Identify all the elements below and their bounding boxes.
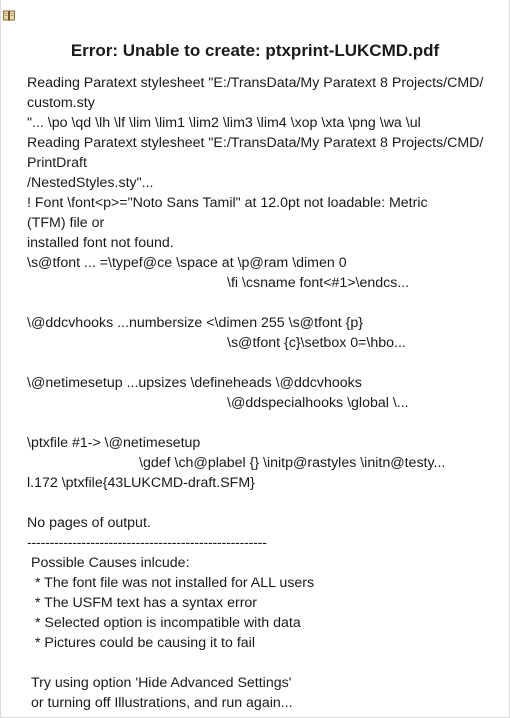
log-blank-line: [27, 413, 501, 433]
log-line: \@ddcvhooks ...numbersize <\dimen 255 \s…: [27, 315, 363, 331]
log-blank-line: [27, 493, 501, 513]
error-heading: Error: Unable to create: ptxprint-LUKCMD…: [70, 41, 440, 60]
log-line: (TFM) file or: [27, 215, 105, 231]
suggestion-line: Try using option 'Hide Advanced Settings…: [31, 675, 292, 691]
log-line: PrintDraft: [27, 155, 87, 171]
book-icon: [3, 9, 15, 21]
log-line: Reading Paratext stylesheet "E:/TransDat…: [27, 135, 484, 151]
log-line: ! Font \font<p>="Noto Sans Tamil" at 12.…: [27, 195, 428, 211]
log-line: \s@tfont {c}\setbox 0=\hbo...: [227, 335, 406, 351]
log-line: /NestedStyles.sty"...: [27, 175, 154, 191]
log-line: \gdef \ch@plabel {} \initp@rastyles \ini…: [139, 455, 446, 471]
cause-item: * The font file was not installed for AL…: [31, 575, 315, 591]
cause-item: * Pictures could be causing it to fail: [31, 635, 255, 651]
cause-item: * Selected option is incompatible with d…: [31, 615, 301, 631]
log-blank-line: [27, 353, 501, 373]
log-line: \@netimesetup ...upsizes \defineheads \@…: [27, 375, 362, 391]
log-line: custom.sty: [27, 95, 95, 111]
suggestion-line: or turning off Illustrations, and run ag…: [31, 695, 293, 711]
error-dialog: Error: Unable to create: ptxprint-LUKCMD…: [0, 0, 510, 718]
log-blank-line: [27, 653, 501, 673]
log-line: l.172 \ptxfile{43LUKCMD-draft.SFM}: [27, 475, 255, 491]
log-line: \@ddspecialhooks \global \...: [227, 395, 409, 411]
log-line: \fi \csname font<#1>\endcs...: [227, 275, 410, 291]
causes-heading: Possible Causes inlcude:: [31, 555, 190, 571]
log-line: Reading Paratext stylesheet "E:/TransDat…: [27, 75, 484, 91]
log-line: installed font not found.: [27, 235, 174, 251]
log-status: No pages of output.: [27, 515, 151, 531]
log-line: \s@tfont ... =\typef@ce \space at \p@ram…: [27, 255, 347, 271]
divider: ----------------------------------------…: [27, 535, 267, 551]
cause-item: * The USFM text has a syntax error: [31, 595, 258, 611]
title-bar: [1, 0, 509, 30]
log-line: "... \po \qd \lh \lf \lim \lim1 \lim2 \l…: [27, 115, 421, 131]
log-line: \ptxfile #1-> \@netimesetup: [27, 435, 201, 451]
log-blank-line: [27, 293, 501, 313]
error-log: Reading Paratext stylesheet "E:/TransDat…: [1, 73, 509, 713]
